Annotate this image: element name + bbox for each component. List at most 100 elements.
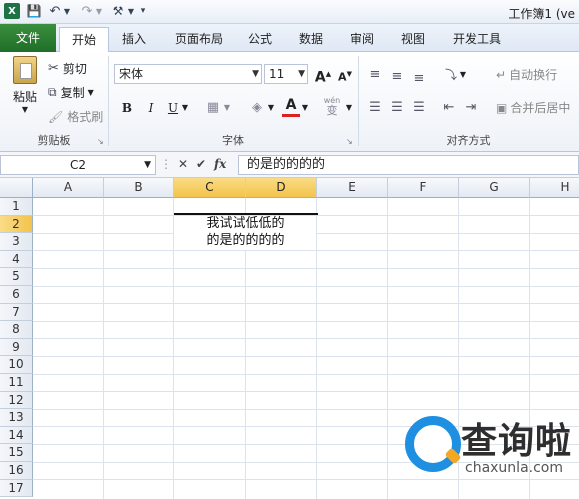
font-name-select[interactable]: 宋体 ▼ bbox=[114, 64, 262, 84]
borders-icon[interactable]: ▦ bbox=[204, 99, 222, 117]
wrap-text-icon: ↵ bbox=[496, 67, 507, 82]
row-header-14[interactable]: 14 bbox=[0, 426, 33, 445]
chevron-down-icon[interactable]: ▼ bbox=[144, 156, 151, 174]
fill-color-dropdown-icon[interactable]: ▼ bbox=[266, 99, 276, 117]
column-header-d[interactable]: D bbox=[246, 178, 317, 198]
copy-label: 复制 bbox=[60, 86, 85, 100]
save-icon[interactable]: 💾 bbox=[26, 3, 42, 19]
row-header-7[interactable]: 7 bbox=[0, 303, 33, 322]
underline-dropdown-icon[interactable]: ▼ bbox=[180, 99, 190, 117]
cancel-entry-icon[interactable]: ✕ bbox=[178, 157, 188, 171]
paste-dropdown-icon: ▼ bbox=[21, 105, 29, 114]
grow-font-button[interactable]: A▲ bbox=[314, 65, 332, 86]
tab-page-layout[interactable]: 页面布局 bbox=[166, 27, 232, 52]
gridline bbox=[33, 321, 579, 322]
name-box[interactable]: C2 ▼ bbox=[0, 155, 156, 175]
tab-review[interactable]: 审阅 bbox=[340, 27, 384, 52]
font-dialog-launcher-icon[interactable]: ↘ bbox=[346, 137, 353, 146]
column-header-f[interactable]: F bbox=[388, 178, 459, 198]
gridline bbox=[33, 374, 579, 375]
format-painter-button[interactable]: 🖌 格式刷 bbox=[48, 108, 103, 125]
orientation-dropdown-icon[interactable]: ▼ bbox=[458, 66, 468, 84]
shrink-font-label: A bbox=[338, 70, 347, 84]
tab-file[interactable]: 文件 bbox=[0, 24, 56, 52]
font-size-select[interactable]: 11 ▼ bbox=[264, 64, 308, 84]
row-header-8[interactable]: 8 bbox=[0, 321, 33, 339]
row-header-13[interactable]: 13 bbox=[0, 409, 33, 427]
formula-bar-grip-icon[interactable]: ⋮ bbox=[160, 157, 172, 171]
row-header-4[interactable]: 4 bbox=[0, 250, 33, 269]
clipboard-dialog-launcher-icon[interactable]: ↘ bbox=[97, 137, 104, 146]
undo-icon[interactable]: ↶ bbox=[48, 3, 62, 19]
quick-access-menu-icon[interactable]: ▾ bbox=[138, 3, 148, 19]
row-header-11[interactable]: 11 bbox=[0, 374, 33, 392]
row-header-17[interactable]: 17 bbox=[0, 479, 33, 498]
row-header-12[interactable]: 12 bbox=[0, 391, 33, 410]
font-group-label: 字体 bbox=[222, 134, 244, 147]
row-header-1[interactable]: 1 bbox=[0, 198, 33, 216]
copy-dropdown-icon: ▼ bbox=[87, 88, 94, 97]
tab-insert[interactable]: 插入 bbox=[112, 27, 156, 52]
column-header-c[interactable]: C bbox=[174, 178, 246, 198]
insert-function-button[interactable]: fx bbox=[214, 157, 226, 171]
align-middle-icon[interactable]: ≡ bbox=[388, 68, 406, 86]
gridline bbox=[33, 356, 579, 357]
gridline bbox=[33, 391, 579, 392]
row-header-16[interactable]: 16 bbox=[0, 462, 33, 480]
cut-button[interactable]: ✂ 剪切 bbox=[48, 60, 87, 77]
wrap-text-button[interactable]: ↵ 自动换行 bbox=[496, 66, 557, 83]
fill-color-icon[interactable]: ◈ bbox=[248, 99, 266, 117]
bold-button[interactable]: B bbox=[118, 99, 136, 117]
magnifier-logo-icon bbox=[405, 416, 461, 472]
align-center-icon[interactable]: ☰ bbox=[388, 99, 406, 117]
align-left-icon[interactable]: ☰ bbox=[366, 99, 384, 117]
column-header-e[interactable]: E bbox=[317, 178, 388, 198]
formula-input[interactable]: 的是的的的的 bbox=[238, 155, 579, 175]
decrease-indent-icon[interactable]: ⇤ bbox=[440, 99, 458, 117]
redo-icon[interactable]: ↷ bbox=[80, 3, 94, 19]
tool-dropdown-icon[interactable]: ▼ bbox=[126, 3, 136, 19]
excel-logo-icon[interactable]: X bbox=[4, 3, 20, 19]
align-right-icon[interactable]: ☰ bbox=[410, 99, 428, 117]
row-header-5[interactable]: 5 bbox=[0, 268, 33, 286]
clipboard-icon bbox=[13, 56, 37, 84]
row-header-9[interactable]: 9 bbox=[0, 338, 33, 357]
column-header-h[interactable]: H bbox=[530, 178, 579, 198]
undo-dropdown-icon[interactable]: ▼ bbox=[62, 3, 72, 19]
customize-tool-icon[interactable]: ⚒ bbox=[110, 3, 126, 19]
tab-data[interactable]: 数据 bbox=[289, 27, 333, 52]
font-color-dropdown-icon[interactable]: ▼ bbox=[300, 99, 310, 117]
column-header-a[interactable]: A bbox=[33, 178, 104, 198]
borders-dropdown-icon[interactable]: ▼ bbox=[222, 99, 232, 117]
row-header-15[interactable]: 15 bbox=[0, 444, 33, 462]
row-header-3[interactable]: 3 bbox=[0, 233, 33, 251]
redo-dropdown-icon[interactable]: ▼ bbox=[94, 3, 104, 19]
phonetic-guide-button[interactable]: wén 变 bbox=[320, 96, 344, 117]
gridline bbox=[33, 250, 579, 251]
shrink-font-button[interactable]: A▼ bbox=[336, 65, 354, 84]
watermark-url: chaxunla.com bbox=[465, 460, 563, 476]
confirm-entry-icon[interactable]: ✔ bbox=[196, 157, 206, 171]
row-header-6[interactable]: 6 bbox=[0, 286, 33, 304]
paste-button[interactable]: 粘贴 ▼ bbox=[10, 56, 40, 114]
font-color-button[interactable]: A bbox=[282, 97, 300, 117]
tab-home[interactable]: 开始 bbox=[59, 27, 109, 53]
tab-developer[interactable]: 开发工具 bbox=[444, 27, 510, 52]
column-header-g[interactable]: G bbox=[459, 178, 530, 198]
tab-view[interactable]: 视图 bbox=[391, 27, 435, 52]
select-all-corner[interactable] bbox=[0, 178, 33, 198]
tab-formulas[interactable]: 公式 bbox=[238, 27, 282, 52]
wrap-text-label: 自动换行 bbox=[509, 68, 558, 82]
increase-indent-icon[interactable]: ⇥ bbox=[462, 99, 480, 117]
row-header-2[interactable]: 2 bbox=[0, 215, 33, 234]
align-top-icon[interactable]: ≡ bbox=[366, 66, 384, 84]
phonetic-dropdown-icon[interactable]: ▼ bbox=[344, 99, 354, 117]
column-header-b[interactable]: B bbox=[104, 178, 174, 198]
row-header-10[interactable]: 10 bbox=[0, 356, 33, 374]
cell-c2[interactable]: 我试试低低的 的是的的的的 bbox=[174, 215, 317, 249]
merge-center-button[interactable]: ▣ 合并后居中 bbox=[496, 99, 570, 116]
align-bottom-icon[interactable]: ≡ bbox=[410, 70, 428, 88]
format-painter-label: 格式刷 bbox=[67, 110, 104, 124]
italic-button[interactable]: I bbox=[142, 99, 160, 117]
copy-button[interactable]: ⧉ 复制 ▼ bbox=[48, 84, 94, 101]
